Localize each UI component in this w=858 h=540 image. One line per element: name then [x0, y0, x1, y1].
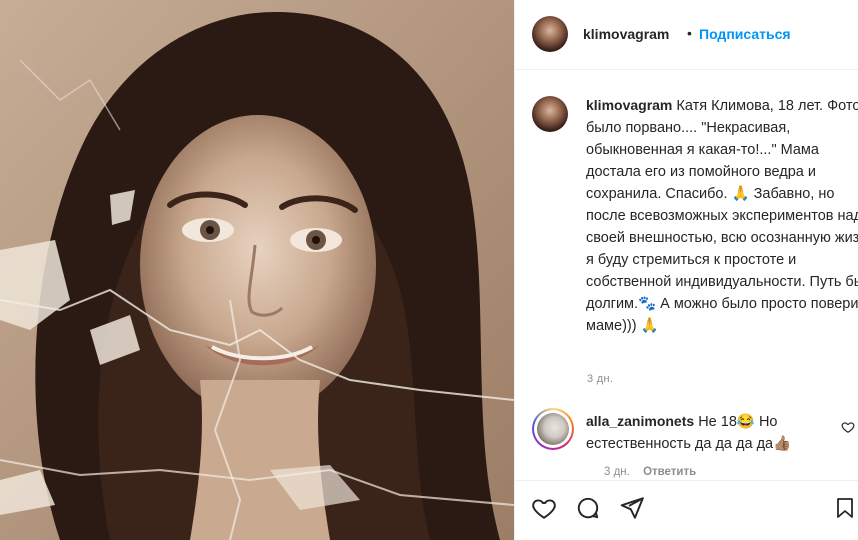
- heart-icon[interactable]: [531, 495, 557, 521]
- caption-text: Катя Климова, 18 лет. Фото было порвано.…: [586, 98, 858, 334]
- comment-timestamp[interactable]: 3 дн.: [604, 466, 630, 478]
- follow-button[interactable]: Подписаться: [699, 26, 791, 42]
- post-header: klimovagram • Подписаться: [515, 0, 858, 70]
- comment-body: alla_zanimonets Не 18😂 Но естественность…: [586, 410, 856, 455]
- post-side-panel: klimovagram • Подписаться klimovagram Ка…: [514, 0, 858, 540]
- caption-timestamp[interactable]: 3 дн.: [587, 373, 613, 385]
- share-icon[interactable]: [619, 495, 645, 521]
- comment-meta: 3 дн. Ответить: [604, 466, 696, 478]
- comment-icon[interactable]: [575, 495, 601, 521]
- author-username[interactable]: klimovagram: [583, 26, 669, 42]
- comment-username[interactable]: alla_zanimonets: [586, 413, 694, 429]
- post-actions: [515, 480, 858, 540]
- caption-username[interactable]: klimovagram: [586, 97, 672, 113]
- caption-body: klimovagram Катя Климова, 18 лет. Фото б…: [586, 94, 858, 337]
- caption-author-avatar[interactable]: [532, 96, 568, 132]
- author-avatar[interactable]: [532, 16, 568, 52]
- post-photo[interactable]: [0, 0, 514, 540]
- comment-item: alla_zanimonets Не 18😂 Но естественность…: [532, 408, 858, 478]
- commenter-avatar[interactable]: [532, 408, 574, 450]
- bookmark-icon[interactable]: [833, 495, 857, 521]
- separator-dot: •: [687, 25, 692, 41]
- reply-button[interactable]: Ответить: [643, 466, 696, 478]
- photo-illustration: [0, 0, 514, 540]
- comment-like-heart-icon[interactable]: [841, 420, 855, 434]
